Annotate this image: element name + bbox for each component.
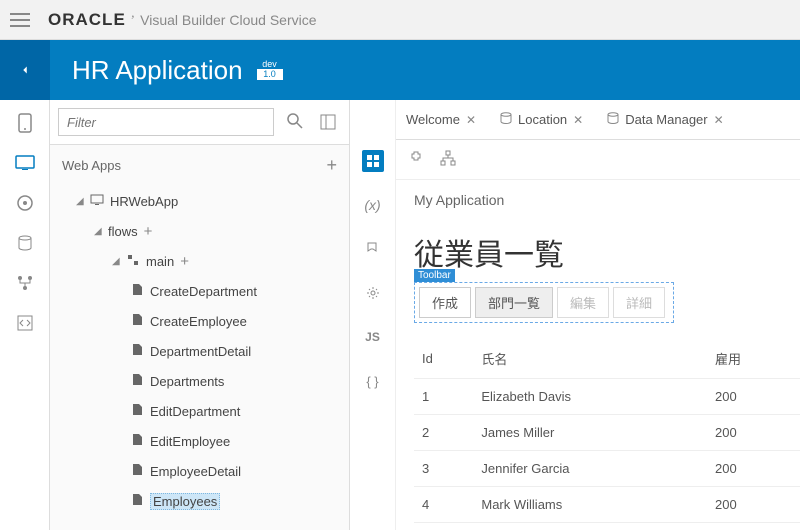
page-icon (130, 433, 144, 449)
tree-page-editemployee[interactable]: EditEmployee (62, 426, 349, 456)
tree-page-createdepartment[interactable]: CreateDepartment (62, 276, 349, 306)
tab-label: Data Manager (625, 112, 707, 127)
db-icon (500, 112, 512, 127)
tree-label: HRWebApp (110, 194, 178, 209)
tab-label: Welcome (406, 112, 460, 127)
rail-services-icon[interactable] (14, 192, 36, 214)
tree-page-departmentdetail[interactable]: DepartmentDetail (62, 336, 349, 366)
col-Id[interactable]: Id (414, 339, 473, 379)
tree-label: CreateEmployee (150, 314, 247, 329)
tree-main-flow[interactable]: ◢ main + (62, 246, 349, 276)
designer-tab-icon[interactable] (362, 150, 384, 172)
json-tab-icon[interactable]: { } (362, 370, 384, 392)
tree-page-employeedetail[interactable]: EmployeeDetail (62, 456, 349, 486)
filter-input[interactable] (58, 108, 274, 136)
close-icon[interactable]: ✕ (714, 113, 724, 127)
tree-page-departments[interactable]: Departments (62, 366, 349, 396)
btn-編集: 編集 (557, 287, 609, 318)
tree-label: EditEmployee (150, 434, 230, 449)
tree-label: EmployeeDetail (150, 464, 241, 479)
employees-table[interactable]: Id氏名雇用 1Elizabeth Davis2002James Miller2… (414, 339, 800, 523)
page-icon (130, 313, 144, 329)
version-badge: dev 1.0 (257, 60, 283, 80)
tree-label: Departments (150, 374, 224, 389)
components-icon[interactable] (408, 150, 424, 169)
rail-mobile-icon[interactable] (14, 112, 36, 134)
col-雇用[interactable]: 雇用 (707, 339, 800, 379)
close-icon[interactable]: ✕ (466, 113, 476, 127)
toolbar-component[interactable]: Toolbar 作成部門一覧編集詳細 (414, 282, 674, 323)
app-title: HR Application (72, 55, 243, 86)
db-icon (607, 112, 619, 127)
rail-source-icon[interactable] (14, 312, 36, 334)
add-page-button[interactable]: + (180, 253, 189, 270)
rail-business-objects-icon[interactable] (14, 232, 36, 254)
tab-welcome[interactable]: Welcome ✕ (406, 112, 476, 127)
monitor-icon (90, 194, 104, 209)
tree-label: EditDepartment (150, 404, 240, 419)
js-tab-icon[interactable]: JS (362, 326, 384, 348)
tree-label: main (146, 254, 174, 269)
page-icon (130, 463, 144, 479)
structure-icon[interactable] (440, 150, 456, 169)
page-icon (130, 493, 144, 509)
tree-label: flows (108, 224, 138, 239)
tree-flows[interactable]: ◢ flows + (62, 216, 349, 246)
brand-oracle: ORACLE (48, 10, 126, 30)
version-tag: dev (257, 60, 283, 69)
table-row[interactable]: 1Elizabeth Davis200 (414, 379, 800, 415)
tree-app-root[interactable]: ◢ HRWebApp (62, 186, 349, 216)
rail-web-icon[interactable] (14, 152, 36, 174)
rail-processes-icon[interactable] (14, 272, 36, 294)
col-氏名[interactable]: 氏名 (473, 339, 707, 379)
settings-tab-icon[interactable] (362, 282, 384, 304)
tree-label: CreateDepartment (150, 284, 257, 299)
toolbar-badge: Toolbar (414, 269, 455, 282)
page-icon (130, 283, 144, 299)
add-flow-button[interactable]: + (144, 223, 153, 240)
page-heading: 従業員一覧 (414, 230, 800, 274)
chevron-down-icon: ◢ (76, 196, 86, 207)
panel-layout-icon[interactable] (315, 109, 341, 135)
close-icon[interactable]: ✕ (573, 113, 583, 127)
page-icon (130, 373, 144, 389)
tab-location[interactable]: Location ✕ (500, 112, 583, 127)
brand-apostrophe: ’ (130, 12, 134, 28)
add-web-app-button[interactable]: + (326, 155, 337, 176)
btn-作成[interactable]: 作成 (419, 287, 471, 318)
version-number: 1.0 (257, 69, 283, 80)
btn-部門一覧[interactable]: 部門一覧 (475, 287, 553, 318)
editor-subtitle: My Application (396, 180, 800, 220)
tab-data-manager[interactable]: Data Manager ✕ (607, 112, 723, 127)
flow-icon (126, 254, 140, 269)
variables-tab-icon[interactable]: (x) (362, 194, 384, 216)
tree-page-createemployee[interactable]: CreateEmployee (62, 306, 349, 336)
tree-label: DepartmentDetail (150, 344, 251, 359)
page-icon (130, 343, 144, 359)
tree-page-editdepartment[interactable]: EditDepartment (62, 396, 349, 426)
section-title: Web Apps (62, 158, 121, 173)
back-button[interactable] (0, 40, 50, 100)
chevron-down-icon: ◢ (112, 256, 122, 267)
search-icon[interactable] (287, 113, 303, 132)
tree-label: Employees (150, 493, 220, 510)
tab-label: Location (518, 112, 567, 127)
hamburger-menu[interactable] (10, 8, 34, 32)
product-name: Visual Builder Cloud Service (140, 12, 316, 28)
table-row[interactable]: 4Mark Williams200 (414, 487, 800, 523)
tree-page-employees[interactable]: Employees (62, 486, 349, 516)
actions-tab-icon[interactable] (362, 238, 384, 260)
table-row[interactable]: 3Jennifer Garcia200 (414, 451, 800, 487)
tree: ◢ HRWebApp ◢ flows + ◢ main + CreateDepa… (50, 186, 349, 516)
chevron-down-icon: ◢ (94, 226, 104, 237)
btn-詳細: 詳細 (613, 287, 665, 318)
page-icon (130, 403, 144, 419)
table-row[interactable]: 2James Miller200 (414, 415, 800, 451)
